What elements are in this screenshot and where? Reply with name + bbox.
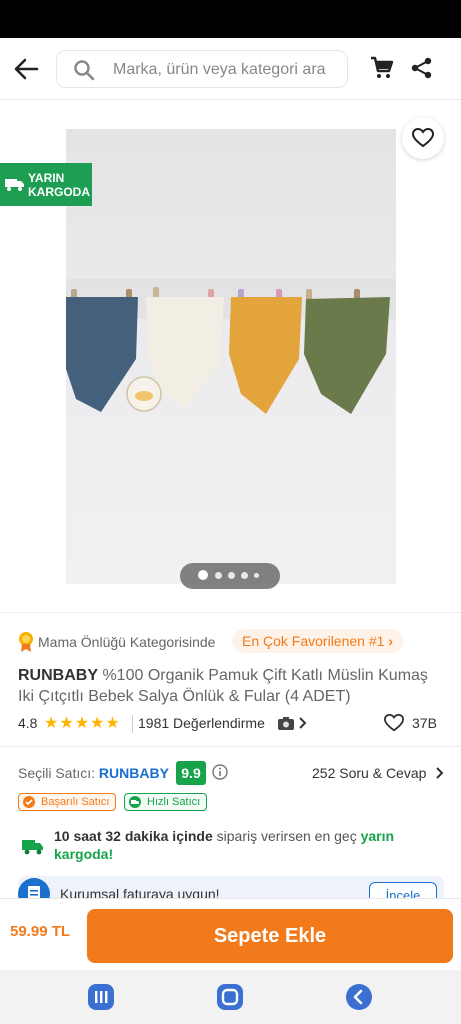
system-nav-bar xyxy=(0,970,461,1024)
add-to-cart-button[interactable]: Sepete Ekle xyxy=(87,909,453,963)
page-dot-active[interactable] xyxy=(198,570,208,580)
fast-truck-icon xyxy=(129,796,141,808)
seller-label: Seçili Satıcı: xyxy=(18,765,96,781)
product-title: RUNBABY %100 Organik Pamuk Çift Katlı Mü… xyxy=(18,665,448,707)
heart-outline-icon[interactable] xyxy=(384,713,404,733)
product-gallery[interactable]: YARIN KARGODA xyxy=(0,101,461,611)
seller-row[interactable]: Seçili Satıcı: RUNBABY xyxy=(18,765,169,781)
top-bar: Marka, ürün veya kategori ara xyxy=(0,38,461,100)
questions-answers-link[interactable]: 252 Soru & Cevap xyxy=(312,765,426,781)
divider xyxy=(132,715,133,733)
share-icon xyxy=(411,57,432,79)
next-day-shipping-badge: YARIN KARGODA xyxy=(0,163,92,206)
search-placeholder: Marka, ürün veya kategori ara xyxy=(113,61,326,78)
brand-name[interactable]: RUNBABY xyxy=(18,667,98,684)
favorite-button[interactable] xyxy=(402,117,444,159)
chevron-right-icon xyxy=(299,717,307,729)
camera-icon xyxy=(278,717,294,730)
back-nav-icon xyxy=(353,989,363,1005)
badge-line-2: KARGODA xyxy=(28,185,90,199)
share-button[interactable] xyxy=(411,57,433,79)
page-dot[interactable] xyxy=(254,573,259,578)
cart-button[interactable] xyxy=(370,56,394,80)
product-photo-illustration xyxy=(66,279,396,414)
product-price: 59.99 TL xyxy=(10,923,71,940)
rating-row[interactable]: 4.8 ★★★★★ 1981 Değerlendirme 37B xyxy=(18,713,448,735)
home-button[interactable] xyxy=(217,984,243,1010)
favorites-ranking-tag[interactable]: En Çok Favorilenen #1 › xyxy=(232,629,403,653)
search-input[interactable]: Marka, ürün veya kategori ara xyxy=(56,50,348,88)
status-bar xyxy=(0,0,461,38)
shipping-middle-text: sipariş verirsen en geç xyxy=(212,828,361,844)
shipping-deadline: 10 saat 32 dakika içinde xyxy=(54,828,213,844)
image-pagination[interactable] xyxy=(180,563,280,589)
chevron-right-icon: › xyxy=(388,633,393,649)
truck-icon xyxy=(5,179,24,191)
seller-score-badge: 9.9 xyxy=(176,761,206,785)
bottom-cart-bar: 59.99 TL Sepete Ekle xyxy=(0,898,461,970)
shipping-text: 10 saat 32 dakika içinde sipariş verirse… xyxy=(54,827,434,863)
medal-icon xyxy=(19,632,33,652)
truck-icon xyxy=(22,840,43,855)
back-arrow-icon xyxy=(14,58,39,80)
review-count[interactable]: 1981 Değerlendirme xyxy=(138,715,265,731)
back-button[interactable] xyxy=(12,56,40,82)
page-dot[interactable] xyxy=(241,572,248,579)
recent-apps-icon xyxy=(95,991,108,1003)
badge-label: Başarılı Satıcı xyxy=(41,796,110,808)
recent-apps-button[interactable] xyxy=(88,984,114,1010)
badge-label: Hızlı Satıcı xyxy=(147,796,201,808)
page-dot[interactable] xyxy=(215,572,222,579)
star-rating: ★★★★★ xyxy=(44,715,121,732)
successful-seller-badge: Başarılı Satıcı xyxy=(18,793,117,811)
shipping-info: 10 saat 32 dakika içinde sipariş verirse… xyxy=(18,827,448,867)
seller-name[interactable]: RUNBABY xyxy=(99,765,169,781)
category-text: Mama Önlüğü Kategorisinde xyxy=(38,634,216,650)
chevron-right-icon xyxy=(436,767,444,779)
medal-icon xyxy=(23,796,35,808)
cart-icon xyxy=(371,56,394,78)
favorites-tag-text: En Çok Favorilenen #1 xyxy=(242,633,385,649)
product-image[interactable] xyxy=(66,129,396,584)
badge-line-1: YARIN xyxy=(28,171,65,185)
product-info: Mama Önlüğü Kategorisinde En Çok Favoril… xyxy=(0,612,461,746)
heart-icon xyxy=(412,128,434,148)
home-icon xyxy=(221,988,239,1006)
search-icon xyxy=(74,60,95,81)
like-count: 37B xyxy=(412,715,437,731)
page-dot[interactable] xyxy=(228,572,235,579)
rating-value: 4.8 xyxy=(18,715,38,731)
back-nav-button[interactable] xyxy=(346,984,372,1010)
info-icon[interactable] xyxy=(212,764,228,780)
fast-seller-badge: Hızlı Satıcı xyxy=(124,793,208,811)
